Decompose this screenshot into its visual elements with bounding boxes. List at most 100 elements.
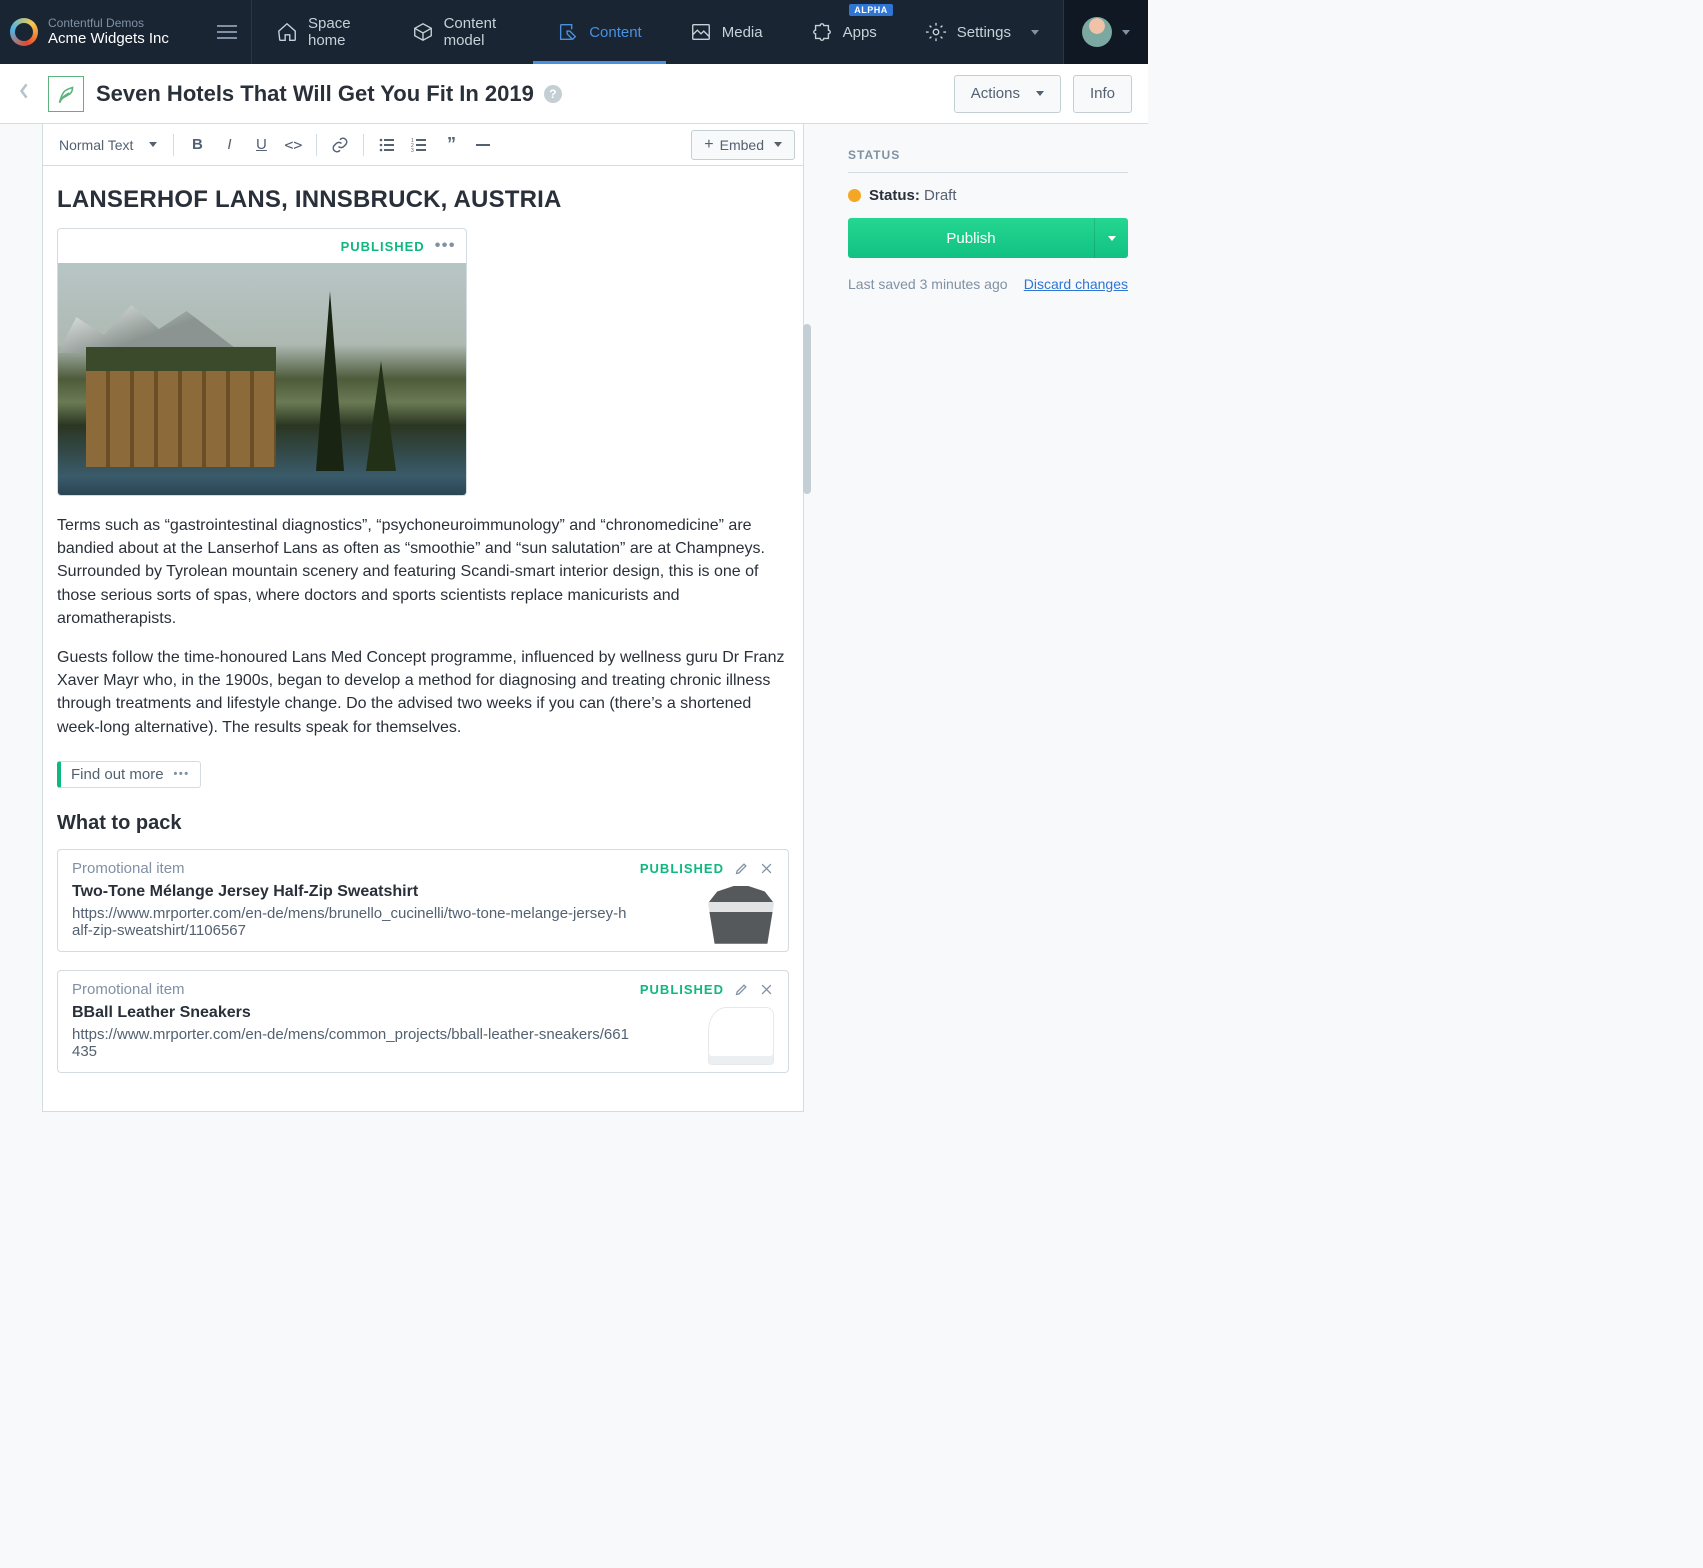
publish-dropdown[interactable]	[1094, 218, 1128, 258]
brand-subtitle: Contentful Demos	[48, 16, 169, 30]
nav-label: Content	[589, 24, 642, 41]
chevron-down-icon	[1036, 91, 1044, 96]
paragraph[interactable]: Guests follow the time-honoured Lans Med…	[57, 646, 789, 739]
entry-type-label: Promotional item	[72, 981, 185, 998]
asset-status: PUBLISHED	[341, 239, 425, 254]
paragraph-style-select[interactable]: Normal Text	[51, 133, 165, 157]
entry-title: BBall Leather Sneakers	[72, 1004, 774, 1022]
rich-text-toolbar: Normal Text B I U <> 123 ”	[43, 124, 803, 166]
svg-text:3: 3	[411, 148, 414, 153]
top-nav: Contentful Demos Acme Widgets Inc Space …	[0, 0, 1148, 64]
actions-label: Actions	[971, 85, 1020, 102]
nav-label: Settings	[957, 24, 1011, 41]
actions-button[interactable]: Actions	[954, 75, 1061, 113]
publish-button[interactable]: Publish	[848, 218, 1094, 258]
contentful-logo-icon	[10, 18, 38, 46]
brand[interactable]: Contentful Demos Acme Widgets Inc	[10, 16, 169, 48]
info-label: Info	[1090, 85, 1115, 102]
embed-button[interactable]: + Embed	[691, 130, 795, 160]
edit-icon[interactable]	[734, 861, 749, 876]
entry-thumbnail	[708, 1007, 774, 1065]
editor-card: Normal Text B I U <> 123 ”	[42, 124, 804, 1112]
divider	[848, 172, 1128, 173]
embed-label: Embed	[720, 137, 764, 153]
nav-label: Content model	[444, 15, 510, 49]
avatar	[1082, 17, 1112, 47]
sidebar-heading: STATUS	[848, 148, 1128, 162]
numbered-list-button[interactable]: 123	[404, 130, 434, 160]
entry-status: PUBLISHED	[640, 982, 724, 997]
nav-apps[interactable]: ALPHA Apps	[787, 0, 901, 64]
page-title: Seven Hotels That Will Get You Fit In 20…	[96, 81, 534, 107]
discard-changes-link[interactable]: Discard changes	[1024, 276, 1128, 292]
more-icon[interactable]: •••	[435, 237, 456, 255]
article-heading[interactable]: LANSERHOF LANS, INNSBRUCK, AUSTRIA	[57, 186, 789, 214]
blockquote-button[interactable]: ”	[436, 130, 466, 160]
embedded-asset-card[interactable]: PUBLISHED •••	[57, 228, 467, 496]
article-subheading[interactable]: What to pack	[57, 812, 789, 835]
link-button[interactable]	[325, 130, 355, 160]
editor-body[interactable]: LANSERHOF LANS, INNSBRUCK, AUSTRIA PUBLI…	[43, 166, 803, 1111]
info-button[interactable]: Info	[1073, 75, 1132, 113]
edit-icon[interactable]	[734, 982, 749, 997]
image-icon	[690, 21, 712, 43]
chevron-down-icon	[1108, 236, 1116, 241]
entry-type-label: Promotional item	[72, 860, 185, 877]
puzzle-icon	[811, 21, 833, 43]
close-icon[interactable]	[759, 982, 774, 997]
inline-entry[interactable]: Find out more •••	[57, 761, 201, 788]
embedded-entry-card[interactable]: Promotional item PUBLISHED Two-Tone Méla…	[57, 849, 789, 952]
bold-button[interactable]: B	[182, 130, 212, 160]
entry-thumbnail	[708, 886, 774, 944]
underline-button[interactable]: U	[246, 130, 276, 160]
nav-items: Space home Content model Content Media A…	[252, 0, 1063, 64]
separator	[363, 134, 364, 156]
edit-icon	[557, 21, 579, 43]
more-icon[interactable]: •••	[174, 768, 190, 780]
chevron-down-icon	[1122, 30, 1130, 35]
horizontal-rule-button[interactable]	[468, 130, 498, 160]
alpha-badge: ALPHA	[849, 4, 893, 16]
last-saved: Last saved 3 minutes ago	[848, 276, 1008, 292]
nav-content[interactable]: Content	[533, 0, 666, 64]
home-icon	[276, 21, 298, 43]
brand-section: Contentful Demos Acme Widgets Inc	[0, 0, 252, 64]
entry-title: Two-Tone Mélange Jersey Half-Zip Sweatsh…	[72, 883, 774, 901]
bulleted-list-button[interactable]	[372, 130, 402, 160]
scrollbar-thumb[interactable]	[803, 324, 811, 494]
inline-entry-label: Find out more	[71, 766, 164, 783]
saved-row: Last saved 3 minutes ago Discard changes	[848, 276, 1128, 292]
style-select-label: Normal Text	[59, 137, 133, 153]
menu-icon[interactable]	[217, 25, 237, 39]
main: Normal Text B I U <> 123 ”	[0, 124, 1148, 1112]
separator	[173, 134, 174, 156]
brand-title: Acme Widgets Inc	[48, 30, 169, 48]
chevron-down-icon	[149, 142, 157, 147]
nav-label: Media	[722, 24, 763, 41]
publish-label: Publish	[946, 230, 995, 247]
code-button[interactable]: <>	[278, 130, 308, 160]
title-bar: Seven Hotels That Will Get You Fit In 20…	[0, 64, 1148, 124]
user-menu[interactable]	[1063, 0, 1148, 64]
italic-button[interactable]: I	[214, 130, 244, 160]
box-icon	[412, 21, 434, 43]
chevron-down-icon	[1031, 30, 1039, 35]
nav-content-model[interactable]: Content model	[388, 0, 534, 64]
paragraph[interactable]: Terms such as “gastrointestinal diagnost…	[57, 514, 789, 630]
asset-thumbnail	[58, 263, 466, 495]
entry-type-icon	[48, 76, 84, 112]
close-icon[interactable]	[759, 861, 774, 876]
embedded-entry-card[interactable]: Promotional item PUBLISHED BBall Leather…	[57, 970, 789, 1073]
status-dot-icon	[848, 189, 861, 202]
entry-status: PUBLISHED	[640, 861, 724, 876]
chevron-down-icon	[774, 142, 782, 147]
sidebar: STATUS Status: Draft Publish Last saved …	[804, 124, 1148, 1112]
nav-settings[interactable]: Settings	[901, 0, 1063, 64]
publish-button-group: Publish	[848, 218, 1128, 258]
separator	[316, 134, 317, 156]
nav-space-home[interactable]: Space home	[252, 0, 388, 64]
nav-media[interactable]: Media	[666, 0, 787, 64]
help-icon[interactable]: ?	[544, 85, 562, 103]
back-button[interactable]	[10, 81, 38, 106]
entry-url: https://www.mrporter.com/en-de/mens/brun…	[72, 905, 632, 939]
